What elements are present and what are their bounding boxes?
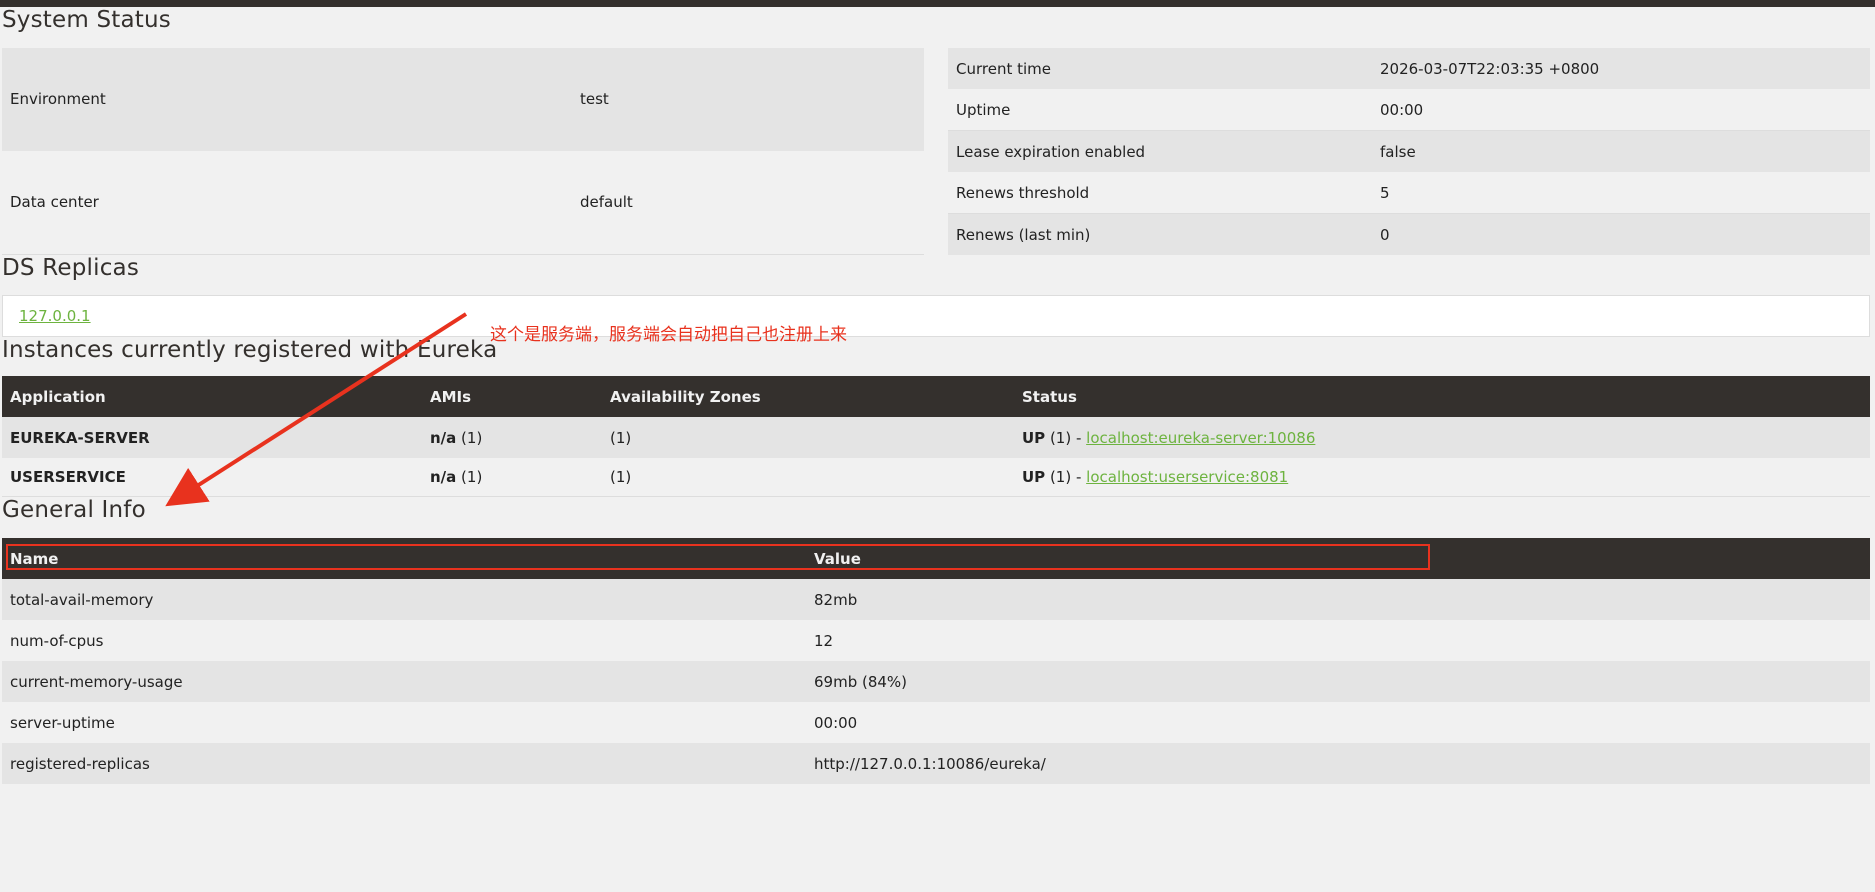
status-label: Lease expiration enabled bbox=[948, 130, 1372, 172]
application-name: USERSERVICE bbox=[2, 458, 422, 497]
zones-cell: (1) bbox=[602, 417, 1014, 458]
page-content: System Status Environment test Data cent… bbox=[2, 7, 1870, 784]
info-value: 82mb bbox=[806, 579, 1870, 620]
info-name: num-of-cpus bbox=[2, 620, 806, 661]
zones-cell: (1) bbox=[602, 458, 1014, 497]
top-navbar bbox=[0, 0, 1875, 7]
table-header-row: Name Value bbox=[2, 538, 1870, 579]
instances-table: Application AMIs Availability Zones Stat… bbox=[2, 376, 1870, 497]
amis-count: (1) bbox=[456, 428, 483, 447]
status-label: Data center bbox=[2, 150, 572, 255]
system-status-left-table: Environment test Data center default bbox=[2, 48, 924, 255]
instance-link[interactable]: localhost:userservice:8081 bbox=[1086, 468, 1288, 486]
column-header-status: Status bbox=[1014, 376, 1870, 417]
status-label: Uptime bbox=[948, 89, 1372, 131]
table-row: Data center default bbox=[2, 150, 924, 255]
ds-replicas-list: 127.0.0.1 bbox=[2, 295, 1870, 337]
column-header-value: Value bbox=[806, 538, 1870, 579]
ds-replicas-title: DS Replicas bbox=[2, 255, 140, 281]
status-label: Environment bbox=[2, 48, 572, 151]
status-label: Current time bbox=[948, 48, 1372, 89]
amis-cell: n/a (1) bbox=[422, 417, 602, 458]
table-row: EUREKA-SERVER n/a (1) (1) UP (1) - local… bbox=[2, 417, 1870, 458]
column-header-application: Application bbox=[2, 376, 422, 417]
status-cell: UP (1) - localhost:eureka-server:10086 bbox=[1014, 417, 1870, 458]
status-cell: UP (1) - localhost:userservice:8081 bbox=[1014, 458, 1870, 497]
table-header-row: Application AMIs Availability Zones Stat… bbox=[2, 376, 1870, 417]
column-header-amis: AMIs bbox=[422, 376, 602, 417]
amis-value: n/a bbox=[430, 428, 457, 447]
info-value: 12 bbox=[806, 620, 1870, 661]
status-value: 00:00 bbox=[1372, 89, 1870, 131]
info-value: http://127.0.0.1:10086/eureka/ bbox=[806, 743, 1870, 784]
system-status-title: System Status bbox=[2, 7, 171, 33]
status-up: UP bbox=[1022, 428, 1046, 447]
status-value: 5 bbox=[1372, 172, 1870, 214]
status-value: test bbox=[572, 48, 924, 151]
table-row: registered-replicas http://127.0.0.1:100… bbox=[2, 743, 1870, 784]
general-info-title: General Info bbox=[2, 497, 146, 523]
info-name: total-avail-memory bbox=[2, 579, 806, 620]
table-row: current-memory-usage 69mb (84%) bbox=[2, 661, 1870, 702]
general-info-table: Name Value total-avail-memory 82mb num-o… bbox=[2, 538, 1870, 784]
system-status-tables: Environment test Data center default Cur… bbox=[2, 48, 1870, 255]
system-status-right-table: Current time 2026-03-07T22:03:35 +0800 U… bbox=[948, 48, 1870, 255]
table-row: Renews (last min) 0 bbox=[948, 213, 1870, 255]
table-row: total-avail-memory 82mb bbox=[2, 579, 1870, 620]
status-label: Renews (last min) bbox=[948, 213, 1372, 255]
table-row: Lease expiration enabled false bbox=[948, 130, 1870, 172]
application-name: EUREKA-SERVER bbox=[2, 417, 422, 458]
instances-title: Instances currently registered with Eure… bbox=[2, 337, 498, 363]
amis-count: (1) bbox=[456, 468, 483, 486]
column-header-availability-zones: Availability Zones bbox=[602, 376, 1014, 417]
table-row: Renews threshold 5 bbox=[948, 172, 1870, 214]
table-row: Uptime 00:00 bbox=[948, 89, 1870, 131]
status-count: (1) - bbox=[1045, 468, 1087, 486]
replica-link[interactable]: 127.0.0.1 bbox=[19, 307, 91, 325]
annotation-text: 这个是服务端，服务端会自动把自己也注册上来 bbox=[490, 325, 847, 345]
table-row: USERSERVICE n/a (1) (1) UP (1) - localho… bbox=[2, 458, 1870, 497]
status-value: 0 bbox=[1372, 213, 1870, 255]
info-value: 69mb (84%) bbox=[806, 661, 1870, 702]
amis-cell: n/a (1) bbox=[422, 458, 602, 497]
status-value: 2026-03-07T22:03:35 +0800 bbox=[1372, 48, 1870, 89]
table-row: num-of-cpus 12 bbox=[2, 620, 1870, 661]
table-row: Environment test bbox=[2, 48, 924, 151]
info-name: registered-replicas bbox=[2, 743, 806, 784]
table-row: server-uptime 00:00 bbox=[2, 702, 1870, 743]
column-header-name: Name bbox=[2, 538, 806, 579]
status-up: UP bbox=[1022, 468, 1046, 486]
status-label: Renews threshold bbox=[948, 172, 1372, 214]
info-name: current-memory-usage bbox=[2, 661, 806, 702]
table-row: Current time 2026-03-07T22:03:35 +0800 bbox=[948, 48, 1870, 89]
status-value: false bbox=[1372, 130, 1870, 172]
info-name: server-uptime bbox=[2, 702, 806, 743]
status-value: default bbox=[572, 150, 924, 255]
amis-value: n/a bbox=[430, 468, 457, 486]
info-value: 00:00 bbox=[806, 702, 1870, 743]
status-count: (1) - bbox=[1045, 428, 1087, 447]
instance-link[interactable]: localhost:eureka-server:10086 bbox=[1086, 429, 1315, 447]
